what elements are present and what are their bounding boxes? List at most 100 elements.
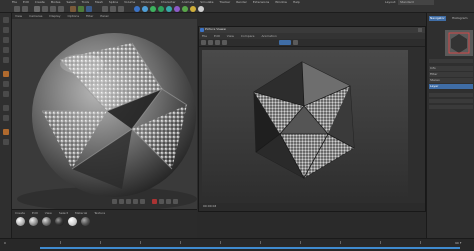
- pv-menu-item[interactable]: Animation: [261, 34, 276, 38]
- navigator-thumbnail[interactable]: [445, 30, 473, 56]
- fit-icon[interactable]: [222, 40, 227, 45]
- menu-item[interactable]: Animate: [182, 0, 195, 4]
- material-swatch[interactable]: [16, 217, 25, 226]
- menu-item[interactable]: Character: [161, 0, 176, 4]
- select-icon[interactable]: [34, 6, 40, 12]
- keyframe-icon[interactable]: [166, 199, 171, 204]
- y-axis-icon[interactable]: [78, 6, 84, 12]
- menu-item[interactable]: Window: [275, 0, 287, 4]
- material-swatch[interactable]: [68, 217, 77, 226]
- menu-item[interactable]: Modes: [51, 0, 61, 4]
- texture-mode-icon[interactable]: [3, 27, 9, 33]
- render-view-icon[interactable]: [102, 6, 108, 12]
- subdivision-icon[interactable]: [150, 6, 156, 12]
- tab-navigator[interactable]: Navigator: [429, 16, 446, 21]
- go-to-start-icon[interactable]: [112, 199, 117, 204]
- undo-icon[interactable]: [14, 6, 20, 12]
- menu-item[interactable]: Render: [236, 0, 247, 4]
- pen-icon[interactable]: [142, 6, 148, 12]
- menu-item[interactable]: Spline: [109, 0, 118, 4]
- render-settings-icon[interactable]: [118, 6, 124, 12]
- material-menu-item[interactable]: Edit: [32, 211, 38, 215]
- pv-menu-item[interactable]: Edit: [214, 34, 220, 38]
- material-menu-item[interactable]: Texture: [94, 211, 105, 215]
- menu-item[interactable]: Extensions: [253, 0, 269, 4]
- menu-item[interactable]: Edit: [23, 0, 29, 4]
- edges-mode-icon[interactable]: [3, 47, 9, 53]
- material-menu-item[interactable]: Create: [15, 211, 25, 215]
- workplane-icon[interactable]: [3, 91, 9, 97]
- menu-item[interactable]: Help: [293, 0, 300, 4]
- viewport-menu-item[interactable]: Options: [67, 14, 79, 18]
- keyframe-selection-icon[interactable]: [173, 199, 178, 204]
- render-region-icon[interactable]: [279, 40, 291, 45]
- viewport-menu-item[interactable]: Panel: [100, 14, 108, 18]
- material-menu-item[interactable]: View: [45, 211, 52, 215]
- scale-icon[interactable]: [50, 6, 56, 12]
- field-icon[interactable]: [166, 6, 172, 12]
- compare-icon[interactable]: [293, 40, 298, 45]
- pv-menu-item[interactable]: View: [227, 34, 234, 38]
- save-icon[interactable]: [201, 40, 206, 45]
- row-filter[interactable]: Filter: [429, 72, 473, 77]
- pv-menu-item[interactable]: File: [202, 34, 207, 38]
- material-menu-item[interactable]: Material: [75, 211, 87, 215]
- cube-icon[interactable]: [134, 6, 140, 12]
- viewport-menu-item[interactable]: Filter: [86, 14, 93, 18]
- close-icon[interactable]: [418, 28, 422, 32]
- light-icon[interactable]: [198, 6, 204, 12]
- stop-render-icon[interactable]: [208, 40, 213, 45]
- record-icon[interactable]: [152, 199, 157, 204]
- layer-row[interactable]: [429, 99, 473, 103]
- timeline[interactable]: 0 90 F: [0, 238, 474, 251]
- menu-item[interactable]: Simulate: [200, 0, 213, 4]
- material-menu-item[interactable]: Select: [59, 211, 68, 215]
- menu-item[interactable]: Tools: [82, 0, 89, 4]
- layer-row[interactable]: [429, 93, 473, 97]
- sculpt-icon[interactable]: [3, 115, 9, 121]
- previous-frame-icon[interactable]: [119, 199, 124, 204]
- timeline-range-bar[interactable]: [40, 247, 460, 249]
- pv-menu-item[interactable]: Compare: [241, 34, 255, 38]
- material-swatch[interactable]: [55, 217, 64, 226]
- points-mode-icon[interactable]: [3, 37, 9, 43]
- material-swatch[interactable]: [29, 217, 38, 226]
- zoom-icon[interactable]: [215, 40, 220, 45]
- polygons-mode-icon[interactable]: [3, 57, 9, 63]
- camera-icon[interactable]: [190, 6, 196, 12]
- menu-item[interactable]: Tracker: [219, 0, 230, 4]
- viewport-menu-item[interactable]: View: [15, 14, 22, 18]
- layout-dropdown[interactable]: Standard: [398, 0, 434, 5]
- snap-icon[interactable]: [3, 81, 9, 87]
- row-stereo[interactable]: Stereo: [429, 78, 473, 83]
- redo-icon[interactable]: [22, 6, 28, 12]
- menu-item[interactable]: File: [12, 0, 17, 4]
- tab-histogram[interactable]: Histogram: [451, 16, 469, 21]
- menu-item[interactable]: Mesh: [95, 0, 103, 4]
- menu-item[interactable]: Volume: [124, 0, 135, 4]
- axis-mode-icon[interactable]: [3, 71, 9, 77]
- autokey-icon[interactable]: [159, 199, 164, 204]
- material-swatch[interactable]: [81, 217, 90, 226]
- viewport-menu-item[interactable]: Display: [49, 14, 60, 18]
- render-icon[interactable]: [110, 6, 116, 12]
- go-to-end-icon[interactable]: [140, 199, 145, 204]
- layer-row[interactable]: [429, 105, 473, 109]
- viewport-solo-icon[interactable]: [3, 139, 9, 145]
- environment-icon[interactable]: [182, 6, 188, 12]
- deformer-icon[interactable]: [174, 6, 180, 12]
- play-icon[interactable]: [126, 199, 131, 204]
- zoom-slider[interactable]: [429, 59, 473, 63]
- x-axis-icon[interactable]: [70, 6, 76, 12]
- z-axis-icon[interactable]: [86, 6, 92, 12]
- viewport-menu-item[interactable]: Cameras: [29, 14, 42, 18]
- menu-item[interactable]: Select: [66, 0, 75, 4]
- menu-item[interactable]: Create: [35, 0, 45, 4]
- move-icon[interactable]: [42, 6, 48, 12]
- model-mode-icon[interactable]: [3, 17, 9, 23]
- material-swatch[interactable]: [42, 217, 51, 226]
- row-layer[interactable]: Layer: [429, 84, 473, 89]
- locked-workplane-icon[interactable]: [3, 105, 9, 111]
- rotate-icon[interactable]: [58, 6, 64, 12]
- row-info[interactable]: Info: [429, 66, 473, 71]
